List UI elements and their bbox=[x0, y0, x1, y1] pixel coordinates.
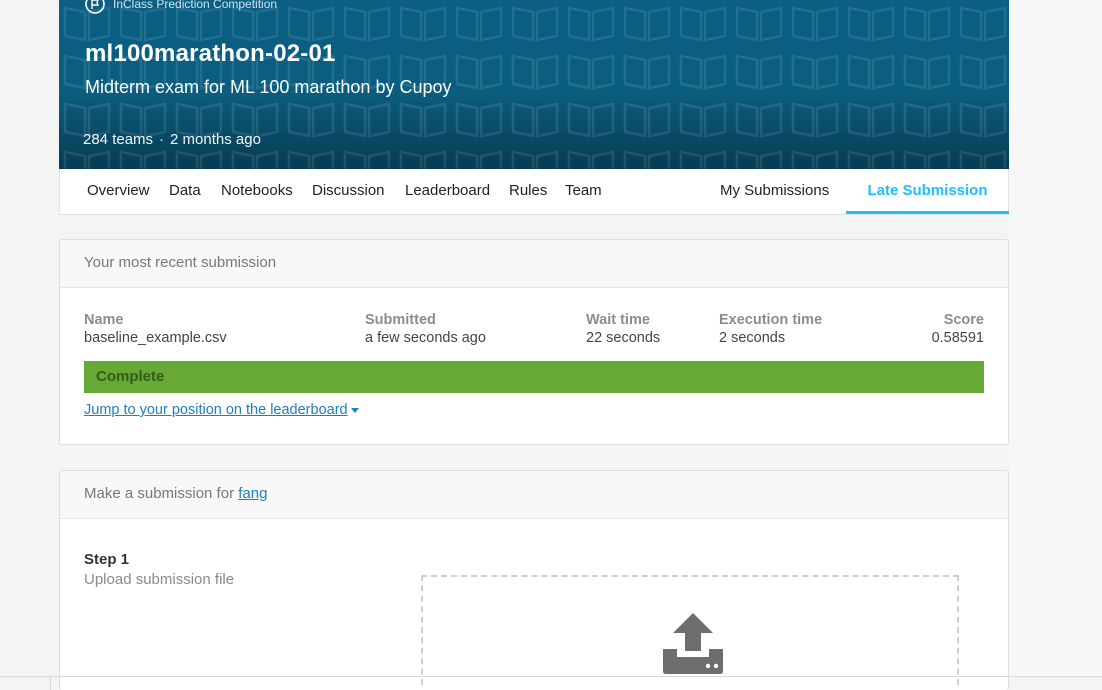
make-submission-card: Make a submission for fang Step 1 Upload… bbox=[59, 470, 1009, 690]
tab-late-submission[interactable]: Late Submission bbox=[846, 169, 1009, 214]
execution-time-value: 2 seconds bbox=[719, 330, 786, 346]
competition-header: InClass Prediction Competition ml100mara… bbox=[59, 0, 1009, 169]
tab-team[interactable]: Team bbox=[565, 169, 602, 214]
competition-type: InClass Prediction Competition bbox=[85, 0, 277, 14]
execution-time-label: Execution time bbox=[719, 312, 823, 328]
submission-details: Name baseline_example.csv Submitted a fe… bbox=[60, 288, 1008, 418]
execution-time-column: Execution time 2 seconds bbox=[719, 312, 822, 346]
step-subtitle: Upload submission file bbox=[84, 571, 235, 588]
name-label: Name bbox=[84, 312, 124, 328]
recent-submission-heading: Your most recent submission bbox=[60, 240, 1008, 288]
competition-title: ml100marathon-02-01 bbox=[85, 40, 336, 67]
submitted-column: Submitted a few seconds ago bbox=[365, 312, 486, 346]
jump-link-label: Jump to your position on the leaderboard bbox=[84, 402, 348, 418]
submission-name-column: Name baseline_example.csv bbox=[84, 312, 227, 346]
tab-leaderboard[interactable]: Leaderboard bbox=[405, 169, 490, 214]
wait-time-label: Wait time bbox=[586, 312, 650, 328]
page-margin-right bbox=[1009, 0, 1102, 676]
tab-my-submissions[interactable]: My Submissions bbox=[720, 169, 829, 214]
make-submission-heading: Make a submission for fang bbox=[60, 471, 1008, 519]
upload-dropzone[interactable] bbox=[421, 575, 959, 685]
tab-rules[interactable]: Rules bbox=[509, 169, 547, 214]
name-value: baseline_example.csv bbox=[84, 330, 227, 346]
meta-separator: · bbox=[159, 131, 165, 148]
submitted-label: Submitted bbox=[365, 312, 436, 328]
competition-meta: 284 teams · 2 months ago bbox=[83, 131, 261, 148]
score-label: Score bbox=[943, 312, 984, 328]
upload-icon bbox=[663, 613, 723, 674]
wait-time-value: 22 seconds bbox=[586, 330, 661, 346]
tab-data[interactable]: Data bbox=[169, 169, 201, 214]
wait-time-column: Wait time 22 seconds bbox=[586, 312, 660, 346]
team-count: 284 teams bbox=[83, 131, 154, 148]
caret-down-icon bbox=[350, 407, 359, 413]
status-badge: Complete bbox=[84, 361, 984, 393]
tab-overview[interactable]: Overview bbox=[87, 169, 150, 214]
tab-discussion[interactable]: Discussion bbox=[312, 169, 385, 214]
competition-flag-icon bbox=[85, 0, 105, 14]
tab-notebooks[interactable]: Notebooks bbox=[221, 169, 293, 214]
competition-tabs: Overview Data Notebooks Discussion Leade… bbox=[59, 169, 1009, 215]
bottom-divider bbox=[0, 676, 1102, 677]
competition-column: InClass Prediction Competition ml100mara… bbox=[59, 0, 1009, 215]
competition-type-label: InClass Prediction Competition bbox=[113, 0, 278, 11]
team-user-link[interactable]: fang bbox=[238, 485, 267, 502]
step-title: Step 1 bbox=[84, 551, 130, 568]
score-value: 0.58591 bbox=[931, 330, 984, 346]
score-column: Score 0.58591 bbox=[932, 312, 984, 346]
recent-submission-card: Your most recent submission Name baselin… bbox=[59, 239, 1009, 445]
jump-to-leaderboard-link[interactable]: Jump to your position on the leaderboard bbox=[84, 402, 359, 418]
competition-subtitle: Midterm exam for ML 100 marathon by Cupo… bbox=[85, 77, 452, 97]
submitted-value: a few seconds ago bbox=[365, 330, 486, 346]
make-submission-prefix: Make a submission for bbox=[84, 485, 239, 502]
competition-age: 2 months ago bbox=[170, 131, 261, 148]
bottom-divider-tick bbox=[50, 677, 51, 690]
